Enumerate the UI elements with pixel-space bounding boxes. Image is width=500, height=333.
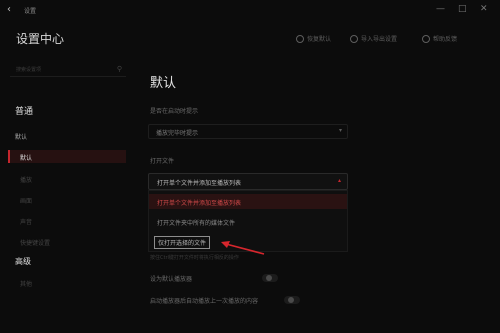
import-export-icon bbox=[350, 34, 358, 43]
sidebar-item-other[interactable]: 其他 bbox=[20, 279, 32, 288]
sidebar-active-indicator bbox=[8, 150, 10, 163]
sidebar-item-picture[interactable]: 画面 bbox=[20, 196, 32, 205]
auto-resume-toggle[interactable] bbox=[284, 296, 300, 304]
sidebar-search-input[interactable]: 搜索设置项 ⚲ bbox=[10, 63, 126, 77]
help-feedback-button[interactable]: 帮助反馈 bbox=[422, 34, 457, 43]
auto-resume-label: 启动播放器后自动播放上一次播放的内容 bbox=[150, 298, 259, 305]
search-placeholder: 搜索设置项 bbox=[16, 67, 42, 73]
toggle-knob bbox=[288, 297, 294, 303]
minimize-icon[interactable]: — bbox=[436, 4, 445, 14]
maximize-icon[interactable]: □ bbox=[458, 4, 467, 14]
option-label: 打开单个文件并添加至播放列表 bbox=[157, 200, 242, 207]
sidebar-item-default[interactable]: 默认 bbox=[20, 153, 32, 162]
back-arrow-icon[interactable]: ‹ bbox=[7, 4, 11, 15]
open-hint-label: 是否在启动时提示 bbox=[150, 108, 199, 115]
open-file-value: 打开单个文件并添加至播放列表 bbox=[157, 180, 242, 187]
search-icon[interactable]: ⚲ bbox=[117, 65, 122, 73]
sidebar-group-general: 普通 bbox=[15, 107, 34, 117]
help-feedback-label: 帮助反馈 bbox=[433, 36, 458, 43]
refresh-icon bbox=[296, 34, 304, 43]
option-add-to-playlist[interactable]: 打开单个文件并添加至播放列表 bbox=[149, 194, 347, 209]
sidebar-item-sound[interactable]: 声音 bbox=[20, 217, 32, 226]
open-file-label: 打开文件 bbox=[150, 158, 175, 165]
title-bar: ‹ 设置 — □ ✕ bbox=[0, 0, 500, 22]
sidebar-subgroup-default[interactable]: 默认 bbox=[15, 132, 27, 141]
import-export-button[interactable]: 导入导出设置 bbox=[350, 34, 397, 43]
chevron-up-icon: ▴ bbox=[337, 177, 341, 184]
restore-default-label: 恢复默认 bbox=[307, 36, 332, 43]
default-player-toggle[interactable] bbox=[262, 274, 278, 282]
app-title: 设置 bbox=[24, 8, 37, 15]
help-icon bbox=[422, 34, 430, 43]
option-label: 仅打开选择的文件 bbox=[154, 236, 211, 249]
chevron-down-icon: ▾ bbox=[338, 127, 342, 134]
page-title: 设置中心 bbox=[16, 32, 65, 46]
option-open-folder-files[interactable]: 打开文件夹中所有的媒体文件 bbox=[149, 214, 347, 229]
open-file-dropdown[interactable]: 打开单个文件并添加至播放列表 ▴ bbox=[148, 173, 348, 190]
sidebar-item-shortcuts[interactable]: 快捷键设置 bbox=[20, 238, 50, 247]
sidebar-group-advanced: 高级 bbox=[15, 257, 31, 266]
ctrl-tip-text: 按住Ctrl键打开文件时将执行相反的操作 bbox=[150, 255, 239, 261]
default-player-label: 设为默认播放器 bbox=[150, 276, 193, 283]
close-icon[interactable]: ✕ bbox=[480, 4, 488, 14]
option-label: 打开文件夹中所有的媒体文件 bbox=[157, 220, 236, 227]
restore-default-button[interactable]: 恢复默认 bbox=[296, 34, 331, 43]
section-title: 默认 bbox=[150, 76, 177, 91]
open-hint-value: 播放完毕时提示 bbox=[156, 130, 199, 137]
import-export-label: 导入导出设置 bbox=[361, 36, 398, 43]
open-hint-dropdown[interactable]: 播放完毕时提示 ▾ bbox=[148, 124, 348, 139]
toggle-knob bbox=[266, 275, 272, 281]
sidebar-item-playback[interactable]: 播放 bbox=[20, 175, 32, 184]
